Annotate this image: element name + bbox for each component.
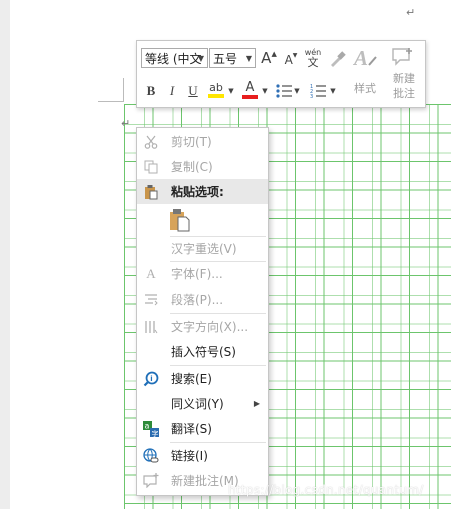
- menu-item-label: 插入符号(S): [171, 345, 236, 359]
- bullets-icon: [276, 84, 292, 98]
- highlight-swatch: [208, 94, 224, 98]
- menu-item-label: 复制(C): [171, 160, 213, 174]
- menu-item-text-direction[interactable]: 文字方向(X)...: [137, 314, 268, 339]
- chevron-down-icon[interactable]: ▼: [227, 86, 235, 96]
- format-painter-icon: [331, 51, 346, 67]
- menu-item-label: 链接(I): [171, 449, 208, 463]
- margin-guide: [123, 78, 124, 102]
- copy-icon: [143, 159, 159, 175]
- new-comment-button[interactable]: [391, 45, 415, 69]
- highlight-button[interactable]: ab: [207, 79, 225, 101]
- new-comment-label-line: 新建: [393, 72, 415, 85]
- font-size-combo[interactable]: 五号 ▼: [209, 48, 256, 68]
- phonetic-bottom: 文: [307, 56, 319, 69]
- menu-item-paste-options: 粘贴选项:: [137, 179, 268, 204]
- paragraph-mark: ↵: [406, 6, 416, 19]
- menu-item-label: 汉字重选(V): [171, 242, 237, 256]
- new-comment-icon: [143, 473, 159, 489]
- chevron-down-icon[interactable]: ▼: [293, 86, 301, 96]
- menu-item-insert-symbol[interactable]: 插入符号(S): [137, 339, 268, 364]
- underline-button[interactable]: U: [185, 82, 201, 100]
- paste-text-only-icon: [170, 209, 190, 232]
- menu-item-synonyms[interactable]: 同义词(Y) ▶: [137, 391, 268, 416]
- menu-item-label: 文字方向(X)...: [171, 320, 249, 334]
- font-name-value: 等线 (中文: [145, 52, 202, 66]
- font-name-combo[interactable]: 等线 (中文 ▼: [141, 48, 208, 68]
- menu-item-label: 段落(P)...: [171, 293, 224, 307]
- new-comment-icon: [392, 48, 412, 66]
- menu-item-copy[interactable]: 复制(C): [137, 154, 268, 179]
- styles-button[interactable]: A: [350, 44, 380, 72]
- shrink-font-button[interactable]: A ▼: [283, 51, 299, 69]
- font-color-swatch: [242, 95, 258, 99]
- menu-item-label: 粘贴选项:: [171, 185, 224, 199]
- shrink-font-icon: A: [284, 53, 293, 67]
- menu-item-cut[interactable]: 剪切(T): [137, 129, 268, 154]
- menu-item-paragraph[interactable]: 段落(P)...: [137, 287, 268, 312]
- font-size-value: 五号: [213, 52, 238, 66]
- context-menu: 剪切(T) 复制(C) 粘贴选项: 汉字重选(V) A 字体(F)... 段落(…: [136, 127, 269, 496]
- bold-button[interactable]: B: [143, 82, 159, 100]
- svg-text:3: 3: [310, 94, 313, 99]
- menu-item-label: 字体(F)...: [171, 267, 223, 281]
- mini-toolbar: 等线 (中文 ▼ 五号 ▼ A ▲ A ▼ wén 文 A 样式 新建 批注 B I…: [136, 40, 426, 108]
- underline-icon: U: [188, 83, 198, 98]
- font-color-button[interactable]: A: [241, 79, 259, 101]
- translate-icon: a字: [143, 420, 159, 437]
- chevron-down-icon: ▼: [197, 54, 204, 63]
- font-color-icon: A: [245, 80, 255, 95]
- new-comment-label: 新建 批注: [387, 71, 421, 101]
- paste-keep-text-only-button[interactable]: [168, 208, 192, 232]
- styles-label: 样式: [354, 82, 376, 95]
- scissors-icon: [143, 134, 159, 150]
- highlight-icon: ab: [209, 81, 223, 94]
- menu-item-search[interactable]: i 搜索(E): [137, 366, 268, 391]
- chevron-down-icon[interactable]: ▼: [261, 86, 269, 96]
- menu-item-label: 剪切(T): [171, 135, 212, 149]
- numbering-button[interactable]: 123: [309, 81, 327, 101]
- chevron-down-icon[interactable]: ▼: [329, 86, 337, 96]
- format-painter-button[interactable]: [327, 49, 347, 69]
- new-comment-label-line: 批注: [393, 87, 415, 100]
- svg-text:a: a: [145, 421, 150, 430]
- font-icon: A: [146, 265, 156, 281]
- paste-icon: [143, 184, 159, 200]
- numbering-icon: 123: [310, 84, 326, 99]
- paragraph-mark: ↵: [121, 117, 131, 130]
- search-icon: i: [143, 371, 159, 387]
- shrink-arrow-icon: ▼: [292, 52, 298, 59]
- grow-arrow-icon: ▲: [271, 49, 277, 58]
- italic-button[interactable]: I: [164, 82, 180, 100]
- bullets-button[interactable]: [275, 82, 293, 100]
- menu-item-label: 翻译(S): [171, 422, 212, 436]
- menu-item-label: 搜索(E): [171, 372, 212, 386]
- text-direction-icon: [143, 319, 159, 335]
- grow-font-button[interactable]: A ▲: [261, 49, 277, 67]
- menu-item-translate[interactable]: a字 翻译(S): [137, 416, 268, 441]
- svg-text:A: A: [352, 46, 368, 70]
- margin-guide: [98, 101, 124, 102]
- menu-item-reconvert[interactable]: 汉字重选(V): [137, 236, 268, 261]
- menu-item-label: 同义词(Y): [171, 397, 224, 411]
- paragraph-icon: [143, 292, 159, 308]
- grow-font-icon: A: [261, 49, 272, 67]
- menu-item-link[interactable]: 链接(I): [137, 443, 268, 468]
- styles-icon: A: [352, 46, 377, 70]
- chevron-down-icon: ▼: [245, 54, 252, 63]
- watermark: https://blog.csdn.net/quantum/: [228, 483, 424, 497]
- chevron-right-icon: ▶: [253, 399, 260, 408]
- menu-item-font[interactable]: A 字体(F)...: [137, 261, 268, 286]
- phonetic-guide-button[interactable]: wén 文: [303, 47, 323, 69]
- link-icon: [143, 447, 159, 464]
- svg-text:字: 字: [152, 429, 159, 437]
- svg-text:i: i: [150, 375, 152, 383]
